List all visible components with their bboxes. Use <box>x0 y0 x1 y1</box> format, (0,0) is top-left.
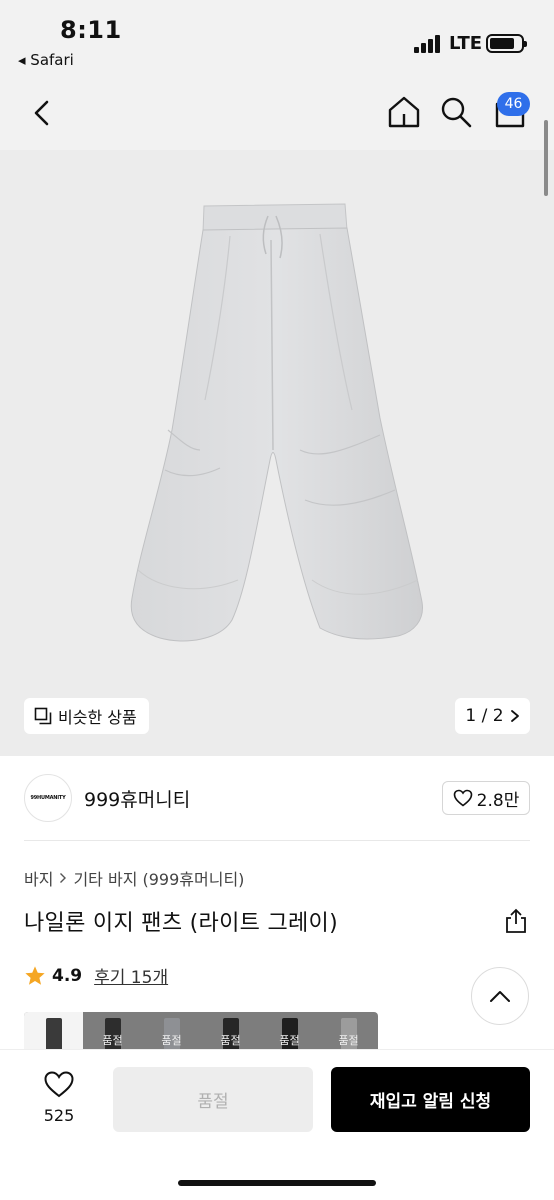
color-options: 품절 품절 품절 품절 품절 <box>24 1012 378 1050</box>
chevron-right-icon <box>510 710 519 722</box>
heart-icon <box>453 789 472 807</box>
swatch-soldout-label: 품절 <box>220 1034 241 1047</box>
signal-icon <box>414 33 444 53</box>
page-scrollbar[interactable] <box>544 120 548 196</box>
breadcrumb-item-subcategory[interactable]: 기타 바지 (999휴머니티) <box>73 866 244 890</box>
reviews-link[interactable]: 후기 15개 <box>94 963 168 988</box>
color-swatch[interactable]: 품절 <box>260 1012 319 1050</box>
image-page-indicator[interactable]: 1 / 2 <box>455 698 530 734</box>
page-indicator-text: 1 / 2 <box>465 706 504 726</box>
brand-name-link[interactable]: 999휴머니티 <box>84 785 190 812</box>
color-swatch[interactable]: 품절 <box>142 1012 201 1050</box>
bottom-action-bar: 525 품절 재입고 알림 신청 <box>0 1050 554 1200</box>
brand-like-count: 2.8만 <box>476 790 520 811</box>
brand-row: 99HUMANITY 999휴머니티 2.8만 <box>0 756 554 840</box>
home-indicator <box>178 1180 376 1186</box>
chevron-right-icon <box>60 873 67 883</box>
top-nav: 46 <box>0 80 554 150</box>
swatch-thumbnail <box>46 1018 62 1050</box>
soldout-button[interactable]: 품절 <box>113 1067 313 1132</box>
scroll-to-top-button[interactable] <box>471 967 529 1025</box>
brand-logo[interactable]: 99HUMANITY <box>24 774 72 822</box>
status-bar: 8:11 ◂ Safari LTE <box>0 0 554 80</box>
swatch-soldout-label: 품절 <box>161 1034 182 1047</box>
network-type: LTE <box>449 33 483 54</box>
color-swatch[interactable]: 품절 <box>83 1012 142 1050</box>
wishlist-button[interactable]: 525 <box>30 1070 88 1125</box>
color-swatch[interactable] <box>24 1012 83 1050</box>
brand-like-button[interactable]: 2.8만 <box>442 781 530 815</box>
wishlist-count: 525 <box>43 1106 75 1125</box>
search-icon[interactable] <box>438 94 474 130</box>
divider <box>24 840 530 841</box>
swatch-soldout-label: 품절 <box>102 1034 123 1047</box>
battery-icon <box>486 34 527 53</box>
copy-icon <box>34 707 52 725</box>
product-photo-pants <box>130 203 423 642</box>
swatch-soldout-label: 품절 <box>338 1034 359 1047</box>
swatch-soldout-label: 품절 <box>279 1034 300 1047</box>
breadcrumb-item-category[interactable]: 바지 <box>24 866 53 890</box>
breadcrumb: 바지 기타 바지 (999휴머니티) <box>24 866 244 890</box>
star-icon <box>25 965 45 985</box>
similar-products-label: 비슷한 상품 <box>58 708 137 727</box>
heart-icon <box>44 1071 74 1098</box>
color-swatch[interactable]: 품절 <box>319 1012 378 1050</box>
product-image-gallery[interactable]: 비슷한 상품 1 / 2 <box>0 150 554 756</box>
home-icon[interactable] <box>386 94 422 130</box>
rating-summary: 4.9 후기 15개 <box>24 963 168 988</box>
cart-count-badge: 46 <box>497 92 530 116</box>
rating-score: 4.9 <box>52 965 83 986</box>
restock-alert-button[interactable]: 재입고 알림 신청 <box>331 1067 530 1132</box>
share-icon[interactable] <box>503 908 529 934</box>
status-time: 8:11 <box>60 16 122 44</box>
color-swatch[interactable]: 품절 <box>201 1012 260 1050</box>
back-to-safari-link[interactable]: ◂ Safari <box>18 51 74 69</box>
chevron-up-icon <box>490 991 510 1002</box>
chevron-left-icon[interactable] <box>28 96 58 130</box>
product-title: 나일론 이지 팬츠 (라이트 그레이) <box>24 911 338 936</box>
similar-products-button[interactable]: 비슷한 상품 <box>24 698 149 734</box>
